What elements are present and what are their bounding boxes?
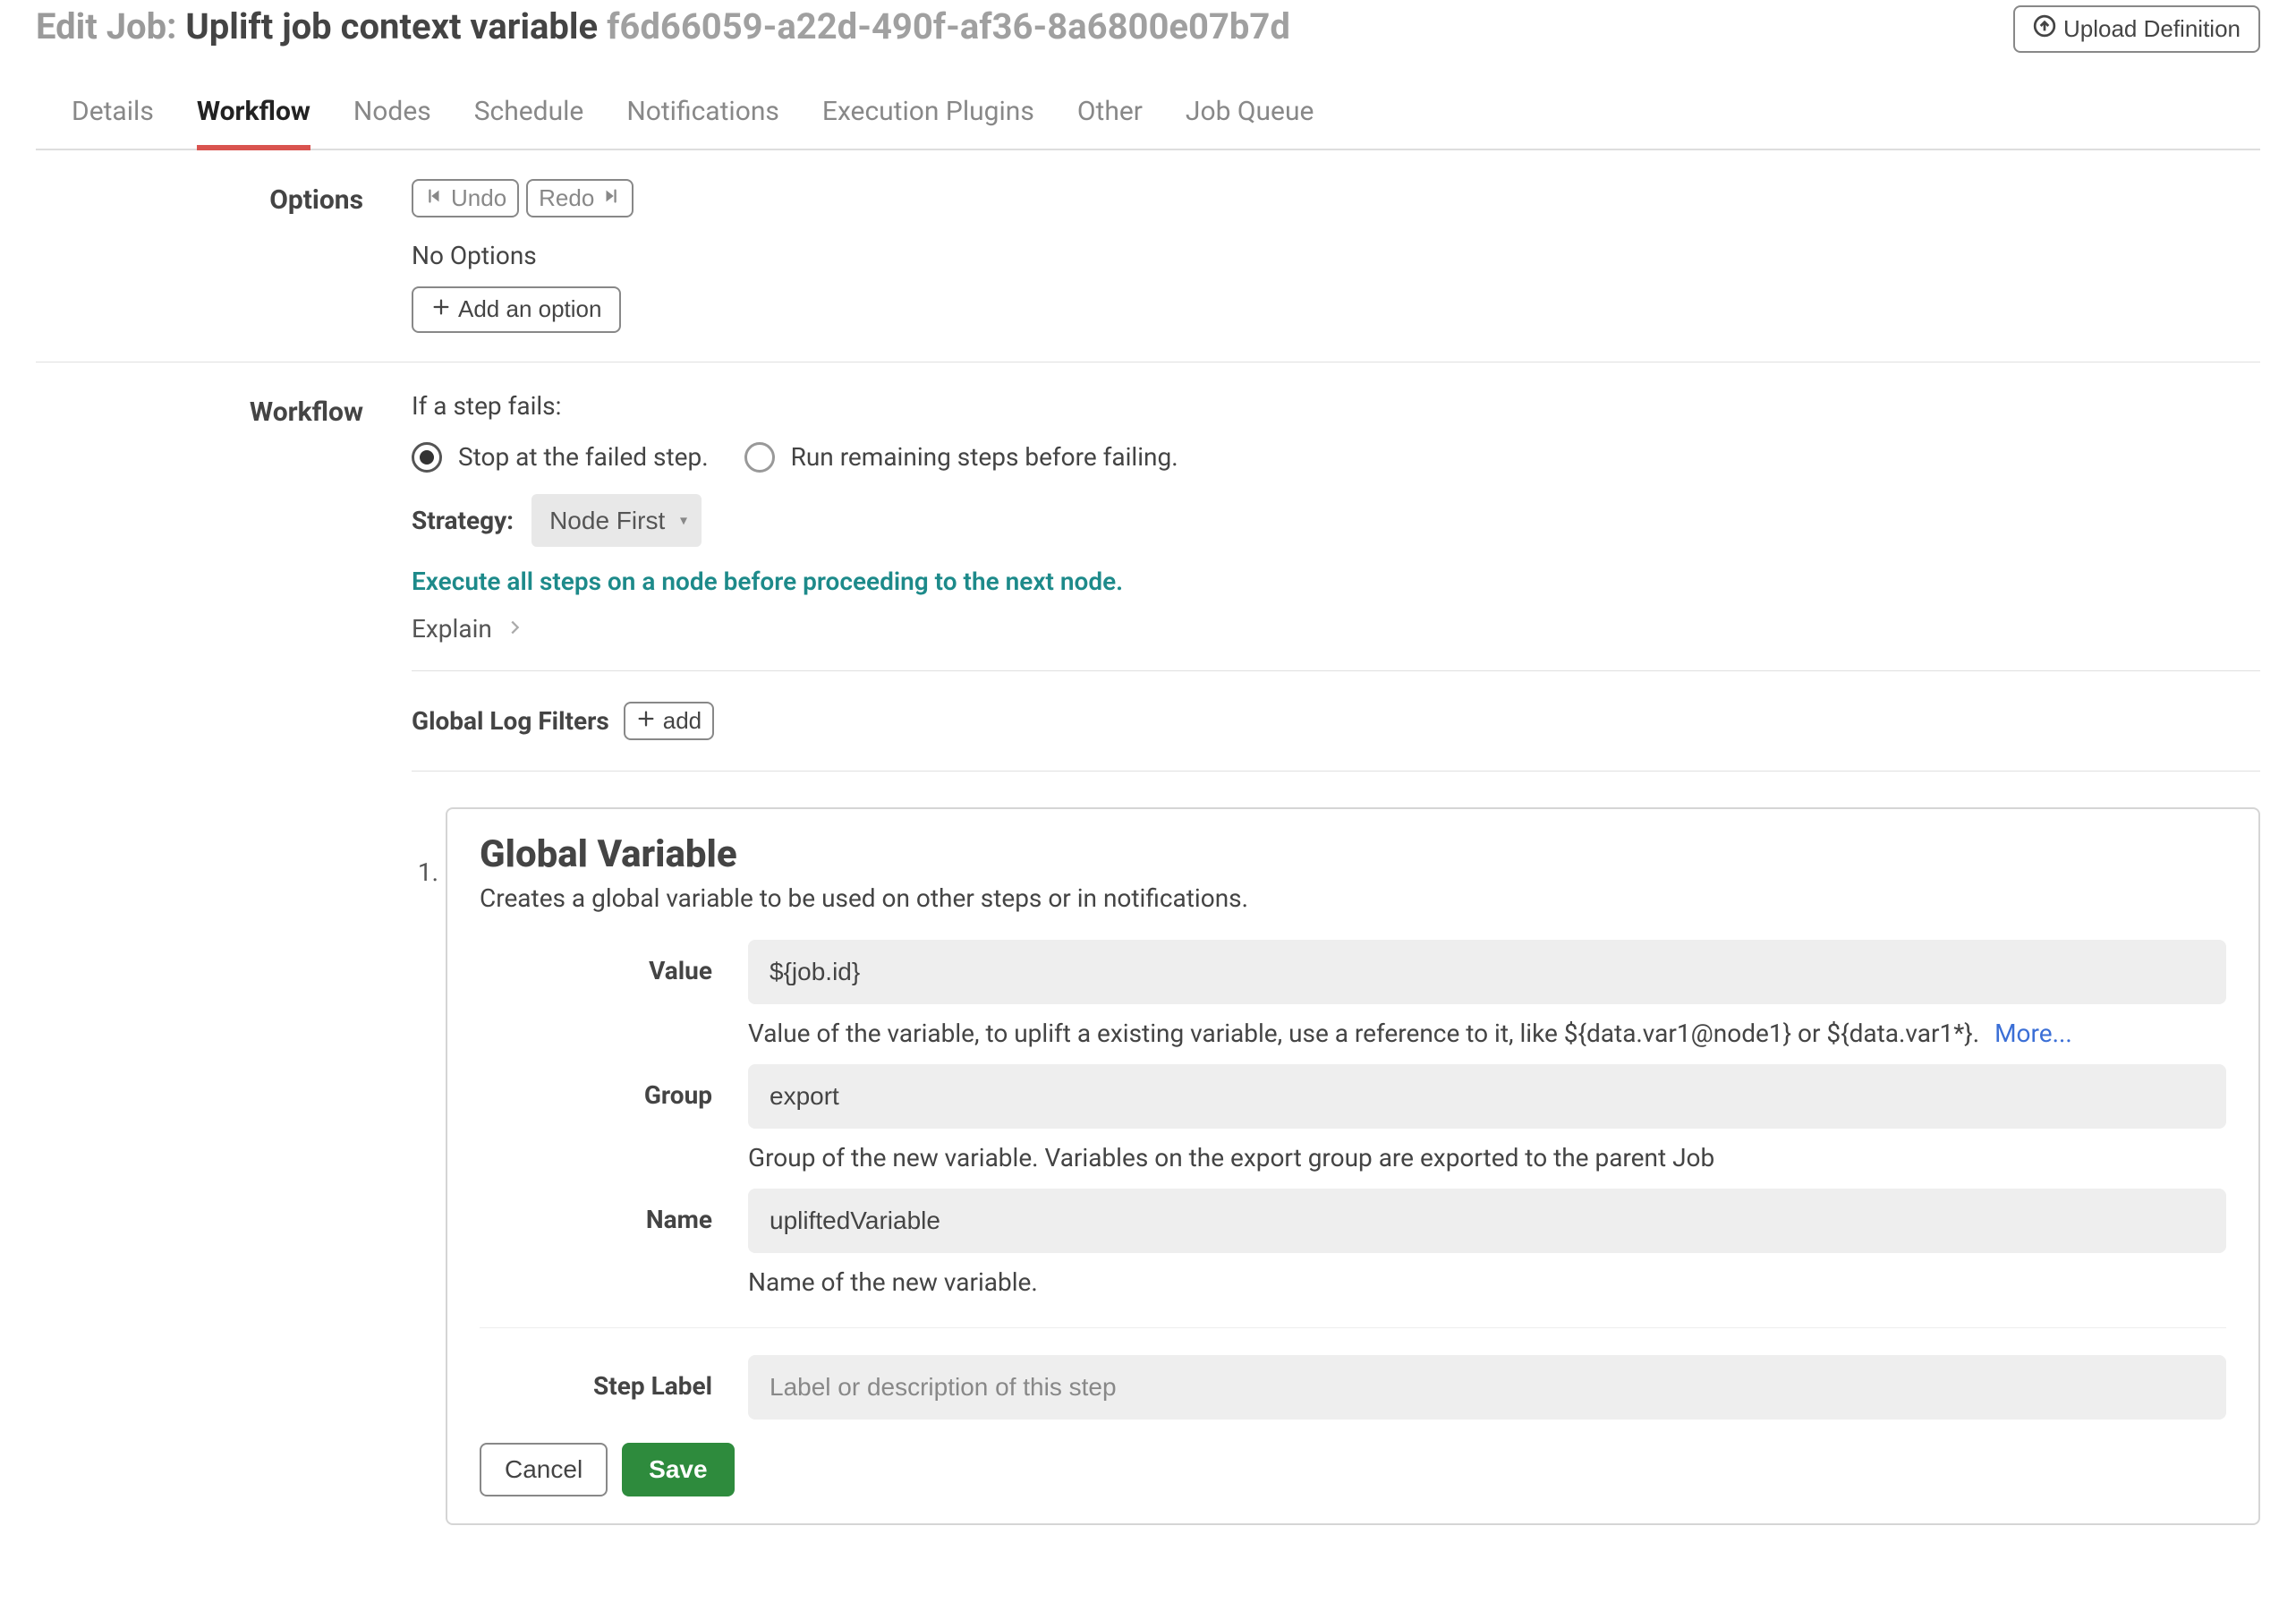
log-filters-label: Global Log Filters bbox=[412, 706, 609, 736]
step-index: 1. bbox=[412, 807, 438, 1525]
upload-definition-button[interactable]: Upload Definition bbox=[2013, 5, 2260, 53]
tab-execution-plugins[interactable]: Execution Plugins bbox=[822, 96, 1034, 149]
redo-button[interactable]: Redo bbox=[526, 179, 634, 217]
plus-icon bbox=[636, 707, 656, 735]
tab-workflow[interactable]: Workflow bbox=[197, 96, 310, 150]
name-input[interactable] bbox=[748, 1189, 2226, 1253]
step-card: Global Variable Creates a global variabl… bbox=[446, 807, 2260, 1525]
radio-checked-icon bbox=[412, 442, 442, 473]
upload-definition-label: Upload Definition bbox=[2063, 15, 2241, 43]
page-title: Edit Job: Uplift job context variable f6… bbox=[36, 5, 1290, 47]
chevron-right-icon bbox=[505, 614, 524, 644]
step-forward-icon bbox=[601, 184, 621, 212]
radio-stop-label: Stop at the failed step. bbox=[458, 442, 709, 472]
divider bbox=[480, 1327, 2226, 1328]
tab-other[interactable]: Other bbox=[1077, 96, 1143, 149]
save-button[interactable]: Save bbox=[622, 1443, 734, 1496]
tabs: Details Workflow Nodes Schedule Notifica… bbox=[36, 74, 2260, 150]
radio-run-remaining[interactable]: Run remaining steps before failing. bbox=[744, 442, 1178, 473]
plus-icon bbox=[431, 295, 451, 323]
more-link[interactable]: More... bbox=[1994, 1019, 2072, 1048]
strategy-select[interactable]: Node First bbox=[531, 494, 702, 547]
no-options-text: No Options bbox=[412, 241, 2260, 270]
page-title-main: Uplift job context variable bbox=[185, 5, 598, 47]
group-input[interactable] bbox=[748, 1064, 2226, 1129]
explain-label: Explain bbox=[412, 614, 492, 644]
options-section-label: Options bbox=[36, 179, 412, 332]
explain-toggle[interactable]: Explain bbox=[412, 614, 2260, 644]
group-label: Group bbox=[480, 1064, 748, 1110]
radio-continue-label: Run remaining steps before failing. bbox=[791, 442, 1178, 472]
upload-icon bbox=[2033, 14, 2056, 44]
tab-nodes[interactable]: Nodes bbox=[353, 96, 431, 149]
tab-job-queue[interactable]: Job Queue bbox=[1186, 96, 1314, 149]
divider bbox=[412, 670, 2260, 671]
page-title-prefix: Edit Job: bbox=[36, 5, 176, 47]
radio-unchecked-icon bbox=[744, 442, 775, 473]
step-description: Creates a global variable to be used on … bbox=[480, 883, 2226, 913]
name-label: Name bbox=[480, 1189, 748, 1234]
step-label-input[interactable] bbox=[748, 1355, 2226, 1420]
name-help: Name of the new variable. bbox=[748, 1267, 2226, 1297]
step-back-icon bbox=[424, 184, 444, 212]
value-help: Value of the variable, to uplift a exist… bbox=[748, 1019, 2226, 1048]
add-option-label: Add an option bbox=[458, 295, 601, 323]
tab-notifications[interactable]: Notifications bbox=[626, 96, 779, 149]
step-title: Global Variable bbox=[480, 832, 2226, 876]
strategy-label: Strategy: bbox=[412, 506, 514, 535]
tab-details[interactable]: Details bbox=[72, 96, 154, 149]
undo-label: Undo bbox=[451, 184, 506, 212]
redo-label: Redo bbox=[539, 184, 594, 212]
add-log-filter-label: add bbox=[663, 707, 702, 735]
cancel-button[interactable]: Cancel bbox=[480, 1443, 608, 1496]
page-title-uuid: f6d66059-a22d-490f-af36-8a6800e07b7d bbox=[607, 5, 1290, 47]
undo-button[interactable]: Undo bbox=[412, 179, 519, 217]
value-help-text: Value of the variable, to uplift a exist… bbox=[748, 1019, 1979, 1048]
add-log-filter-button[interactable]: add bbox=[624, 702, 714, 740]
add-option-button[interactable]: Add an option bbox=[412, 286, 621, 332]
step-label-label: Step Label bbox=[480, 1355, 748, 1401]
radio-stop-at-failed[interactable]: Stop at the failed step. bbox=[412, 442, 709, 473]
fail-prompt: If a step fails: bbox=[412, 391, 2260, 421]
strategy-hint: Execute all steps on a node before proce… bbox=[412, 567, 2260, 596]
tab-schedule[interactable]: Schedule bbox=[474, 96, 584, 149]
group-help: Group of the new variable. Variables on … bbox=[748, 1143, 2226, 1172]
value-input[interactable] bbox=[748, 940, 2226, 1004]
workflow-section-label: Workflow bbox=[36, 391, 412, 1525]
value-label: Value bbox=[480, 940, 748, 985]
